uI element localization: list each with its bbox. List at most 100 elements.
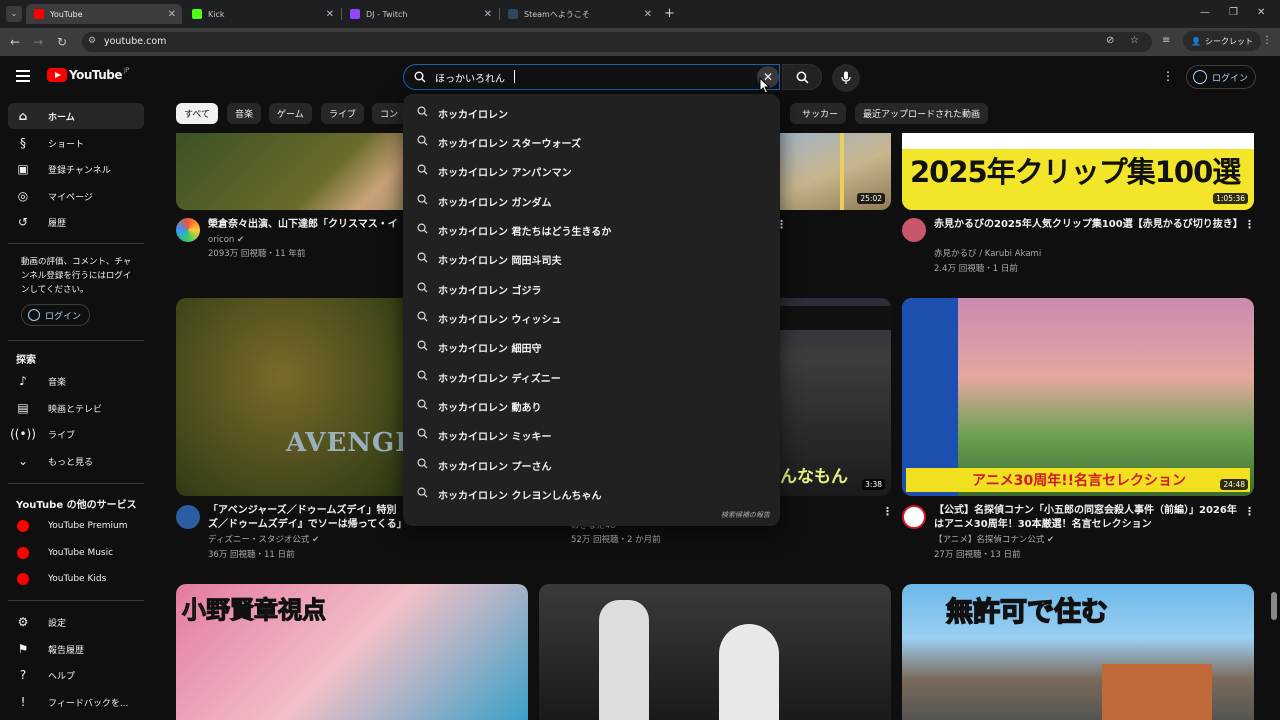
chip-soccer[interactable]: サッカー <box>790 103 846 124</box>
site-info-icon[interactable]: ⚙ <box>88 36 96 46</box>
chip-live[interactable]: ライブ <box>321 103 365 124</box>
browser-menu-icon[interactable]: ⋮ <box>1262 35 1272 46</box>
video-thumbnail[interactable]: 2025年クリップ集100選 1:05:36 <box>902 133 1254 210</box>
more-actions-icon[interactable]: ⋮ <box>882 505 893 518</box>
suggestion-item[interactable]: ホッカイロレン クレヨンしんちゃん <box>417 481 757 507</box>
youtube-logo[interactable]: YouTube JP <box>47 67 129 82</box>
channel-avatar[interactable] <box>902 218 926 242</box>
close-tab-icon[interactable]: ✕ <box>484 9 492 20</box>
more-actions-icon[interactable]: ⋮ <box>1244 505 1255 518</box>
account-icon <box>28 309 40 321</box>
search-button[interactable] <box>782 64 822 90</box>
sidebar-item-premium[interactable]: YouTube Premium <box>8 513 144 539</box>
sidebar-item-music-app[interactable]: YouTube Music <box>8 540 144 566</box>
video-thumbnail[interactable]: 無許可で住む <box>902 584 1254 720</box>
video-thumbnail[interactable]: 25:02 <box>780 133 891 210</box>
video-title[interactable]: 「アベンジャーズ／ドゥームズデイ」特別ズ／ドゥームズデイ』でソーは帰ってくる」｜… <box>208 504 404 532</box>
login-button[interactable]: ログイン <box>1186 65 1256 89</box>
sidebar-item-history[interactable]: ↺ 履歴 <box>8 209 144 235</box>
chip-games[interactable]: ゲーム <box>269 103 312 124</box>
video-title[interactable]: 榮倉奈々出演、山下達郎「クリスマス・イ <box>208 218 408 232</box>
hamburger-menu-icon[interactable] <box>16 70 30 82</box>
back-icon[interactable]: ← <box>6 33 24 51</box>
chip-label: すべて <box>184 110 211 120</box>
sidebar-item-feedback[interactable]: ! フィードバックを... <box>8 689 144 715</box>
tab-search-button[interactable]: ⌄ <box>6 6 22 22</box>
search-box[interactable]: ほっかいろれん ✕ <box>403 64 780 90</box>
suggestion-item[interactable]: ホッカイロレン プーさん <box>417 452 757 478</box>
sidebar-item-live[interactable]: ((•)) ライブ <box>8 421 144 447</box>
suggestion-item[interactable]: ホッカイロレン 君たちはどう生きるか <box>417 217 757 243</box>
channel-avatar[interactable] <box>902 505 926 529</box>
forward-icon[interactable]: → <box>29 33 47 51</box>
close-tab-icon[interactable]: ✕ <box>326 9 334 20</box>
bookmark-star-icon[interactable]: ☆ <box>1130 35 1139 46</box>
sidebar-item-help[interactable]: ? ヘルプ <box>8 662 144 688</box>
reading-list-icon[interactable]: ≡ <box>1162 35 1170 46</box>
reload-icon[interactable]: ↻ <box>53 33 71 51</box>
sidebar-item-you[interactable]: ◎ マイページ <box>8 183 144 209</box>
chip-label: 最近アップロードされた動画 <box>863 110 981 120</box>
report-suggestions-link[interactable]: 検索候補の報告 <box>721 510 770 520</box>
suggestion-item[interactable]: ホッカイロレン スターウォーズ <box>417 129 757 155</box>
incognito-badge[interactable]: 👤 シークレット <box>1183 31 1261 51</box>
close-tab-icon[interactable]: ✕ <box>168 9 176 20</box>
channel-name-row[interactable]: 【アニメ】名探偵コナン公式 ✔ <box>934 533 1054 547</box>
suggestion-item[interactable]: ホッカイロレン 岡田斗司夫 <box>417 246 757 272</box>
sidebar-item-subscriptions[interactable]: ▣ 登録チャンネル <box>8 156 144 182</box>
sidebar-item-settings[interactable]: ⚙ 設定 <box>8 609 144 635</box>
channel-avatar[interactable] <box>176 218 200 242</box>
tab-youtube[interactable]: YouTube ✕ <box>26 4 182 24</box>
channel-name[interactable]: ディズニー・スタジオ公式 <box>208 535 309 545</box>
video-title[interactable]: 【公式】名探偵コナン「小五郎の同窓会殺人事件（前編）」2026年はアニメ30周年… <box>934 504 1240 532</box>
channel-name[interactable]: oricon <box>208 235 234 245</box>
page-scrollbar-thumb[interactable] <box>1271 592 1277 620</box>
suggestion-item[interactable]: ホッカイロレン ディズニー <box>417 364 757 390</box>
tab-steam[interactable]: Steamへようこそ ✕ <box>500 4 658 24</box>
minimize-icon[interactable]: — <box>1200 7 1210 18</box>
address-bar[interactable]: ⚙ youtube.com ⊘ ☆ <box>82 32 1152 52</box>
more-actions-icon[interactable]: ⋮ <box>1244 218 1255 231</box>
video-thumbnail[interactable]: 小野賢章視点 <box>176 584 528 720</box>
new-tab-icon[interactable]: + <box>664 6 675 21</box>
search-icon <box>417 223 428 237</box>
channel-avatar[interactable] <box>176 505 200 529</box>
video-thumbnail[interactable]: んなもん 3:38 <box>780 298 891 496</box>
sidebar-item-movies[interactable]: ▤ 映画とテレビ <box>8 395 144 421</box>
suggestion-item[interactable]: ホッカイロレン 細田守 <box>417 334 757 360</box>
video-thumbnail[interactable]: アニメ30周年!!名言セレクション 24:48 <box>902 298 1254 496</box>
channel-name-row[interactable]: oricon ✔ <box>208 233 244 247</box>
search-input[interactable]: ほっかいろれん <box>435 70 505 85</box>
sidebar-item-show-more[interactable]: ⌄ もっと見る <box>8 448 144 474</box>
channel-name[interactable]: 【アニメ】名探偵コナン公式 <box>934 535 1044 545</box>
video-title[interactable]: 赤見かるびの2025年人気クリップ集100選【赤見かるび切り抜き】 <box>934 218 1243 232</box>
video-thumbnail[interactable] <box>539 584 891 720</box>
channel-name[interactable]: 赤見かるび / Karubi Akami <box>934 247 1041 261</box>
tab-twitch[interactable]: DJ - Twitch ✕ <box>342 4 498 24</box>
sidebar-login-button[interactable]: ログイン <box>21 304 91 326</box>
sidebar-item-kids[interactable]: YouTube Kids <box>8 566 144 592</box>
sidebar-item-report-history[interactable]: ⚑ 報告履歴 <box>8 636 144 662</box>
sidebar-item-shorts[interactable]: § ショート <box>8 130 144 156</box>
divider <box>8 243 144 244</box>
suggestion-item[interactable]: ホッカイロレン 動あり <box>417 393 757 419</box>
suggestion-item[interactable]: ホッカイロレン ゴジラ <box>417 276 757 302</box>
voice-search-button[interactable] <box>832 64 860 92</box>
close-tab-icon[interactable]: ✕ <box>644 9 652 20</box>
tracking-eye-icon[interactable]: ⊘ <box>1106 35 1114 46</box>
sidebar-item-music[interactable]: ♪ 音楽 <box>8 368 144 394</box>
close-window-icon[interactable]: ✕ <box>1257 7 1265 18</box>
suggestion-item[interactable]: ホッカイロレン ミッキー <box>417 422 757 448</box>
suggestion-item[interactable]: ホッカイロレン ウィッシュ <box>417 305 757 331</box>
sidebar-item-home[interactable]: ⌂ ホーム <box>8 103 144 129</box>
chip-recent-uploads[interactable]: 最近アップロードされた動画 <box>855 103 989 124</box>
channel-name-row[interactable]: ディズニー・スタジオ公式 ✔ <box>208 533 319 547</box>
tab-kick[interactable]: Kick ✕ <box>184 4 340 24</box>
suggestion-item[interactable]: ホッカイロレン アンパンマン <box>417 158 757 184</box>
chip-all[interactable]: すべて <box>176 103 219 124</box>
restore-icon[interactable]: ❐ <box>1229 7 1238 18</box>
suggestion-item[interactable]: ホッカイロレン <box>417 100 757 126</box>
chip-music[interactable]: 音楽 <box>227 103 262 124</box>
suggestion-item[interactable]: ホッカイロレン ガンダム <box>417 188 757 214</box>
settings-menu-icon[interactable]: ⋮ <box>1162 69 1174 83</box>
